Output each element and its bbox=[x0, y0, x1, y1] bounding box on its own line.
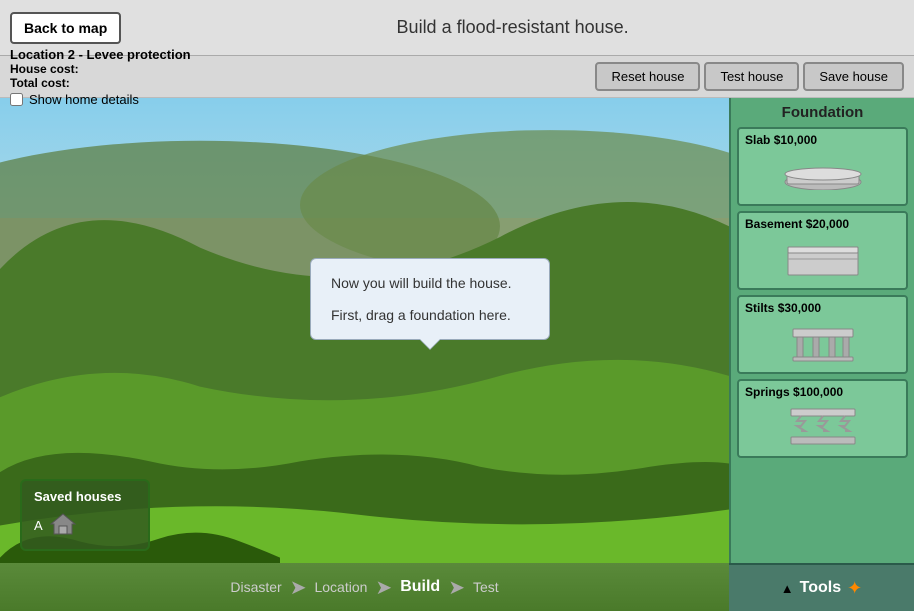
tools-star-icon: ✦ bbox=[847, 578, 862, 599]
right-panel: Foundation Slab $10,000 Basement $20, bbox=[729, 98, 914, 611]
springs-image bbox=[745, 402, 900, 452]
foundation-slab[interactable]: Slab $10,000 bbox=[737, 127, 908, 206]
tools-button[interactable]: ▲ Tools ✦ bbox=[729, 563, 914, 611]
tools-label: Tools bbox=[800, 579, 841, 597]
foundation-stilts[interactable]: Stilts $30,000 bbox=[737, 295, 908, 374]
tooltip-line1: Now you will build the house. bbox=[331, 275, 529, 291]
action-buttons: Reset house Test house Save house bbox=[595, 62, 904, 91]
nav-step-build: Build bbox=[400, 578, 440, 596]
basement-label: Basement $20,000 bbox=[745, 217, 900, 231]
total-cost-label: Total cost: bbox=[10, 76, 595, 90]
stilts-image bbox=[745, 318, 900, 368]
bottom-nav: Disaster ➤ Location ➤ Build ➤ Test bbox=[0, 563, 729, 611]
nav-step-test: Test bbox=[473, 579, 499, 595]
page-title: Build a flood-resistant house. bbox=[121, 17, 904, 38]
reset-house-button[interactable]: Reset house bbox=[595, 62, 700, 91]
house-icon bbox=[49, 510, 77, 541]
slab-label: Slab $10,000 bbox=[745, 133, 900, 147]
tools-arrow-icon: ▲ bbox=[781, 581, 794, 596]
show-details-text: Show home details bbox=[29, 92, 139, 107]
nav-step-disaster: Disaster bbox=[230, 579, 281, 595]
nav-arrow-2: ➤ bbox=[375, 575, 392, 600]
saved-houses-panel: Saved houses A bbox=[20, 479, 150, 551]
saved-house-item: A bbox=[34, 510, 136, 541]
back-to-map-button[interactable]: Back to map bbox=[10, 12, 121, 44]
scene: Now you will build the house. First, dra… bbox=[0, 98, 914, 611]
basement-image bbox=[745, 234, 900, 284]
tooltip-bubble: Now you will build the house. First, dra… bbox=[310, 258, 550, 340]
saved-house-label: A bbox=[34, 518, 43, 533]
show-details-row: Show home details bbox=[10, 92, 595, 107]
save-house-button[interactable]: Save house bbox=[803, 62, 904, 91]
location-info: Location 2 - Levee protection House cost… bbox=[10, 47, 595, 107]
house-cost-label: House cost: bbox=[10, 62, 595, 76]
nav-arrow-1: ➤ bbox=[290, 575, 307, 600]
show-details-checkbox[interactable] bbox=[10, 93, 23, 106]
location-name: Location 2 - Levee protection bbox=[10, 47, 595, 62]
nav-arrow-3: ➤ bbox=[448, 575, 465, 600]
foundation-panel-title: Foundation bbox=[737, 104, 908, 121]
action-bar: Location 2 - Levee protection House cost… bbox=[0, 56, 914, 98]
slab-image bbox=[745, 150, 900, 200]
test-house-button[interactable]: Test house bbox=[704, 62, 799, 91]
springs-label: Springs $100,000 bbox=[745, 385, 900, 399]
main-container: Back to map Build a flood-resistant hous… bbox=[0, 0, 914, 611]
foundation-basement[interactable]: Basement $20,000 bbox=[737, 211, 908, 290]
tooltip-line2: First, drag a foundation here. bbox=[331, 307, 529, 323]
stilts-label: Stilts $30,000 bbox=[745, 301, 900, 315]
nav-step-location: Location bbox=[314, 579, 367, 595]
saved-houses-title: Saved houses bbox=[34, 489, 136, 504]
foundation-springs[interactable]: Springs $100,000 bbox=[737, 379, 908, 458]
